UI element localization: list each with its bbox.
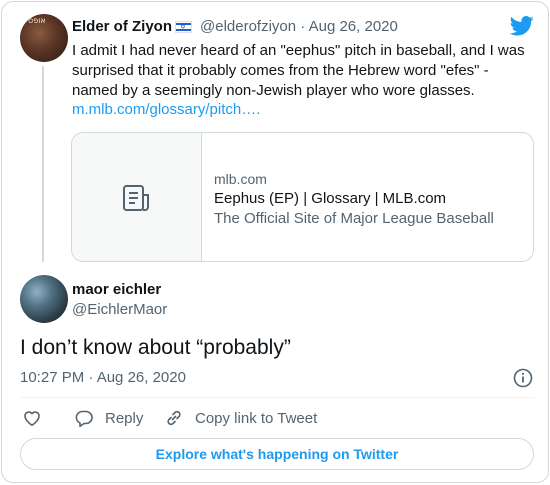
quoted-tweet-text: I admit I had never heard of an "eephus"…	[72, 42, 525, 99]
reply-tweet-text: I don’t know about “probably”	[20, 336, 291, 359]
author-handle-date[interactable]: @elderofziyon · Aug 26, 2020	[200, 18, 398, 35]
avatar-label: אופס	[28, 16, 46, 25]
divider	[20, 397, 534, 398]
info-icon[interactable]	[513, 368, 533, 388]
link-card-description: The Official Site of Major League Baseba…	[214, 210, 494, 227]
tweet-timestamp[interactable]: 10:27 PM · Aug 26, 2020	[20, 369, 186, 386]
author-name[interactable]: Elder of Ziyon	[72, 18, 172, 35]
embedded-tweet-card: אופס Elder of Ziyon ✡ @elderofziyon · Au…	[1, 1, 549, 483]
link-preview-thumbnail	[72, 133, 202, 261]
avatar-elder-of-ziyon[interactable]: אופס	[20, 14, 68, 62]
heart-icon	[24, 411, 40, 426]
like-button[interactable]	[22, 407, 53, 429]
link-icon	[167, 410, 181, 426]
link-card-title: Eephus (EP) | Glossary | MLB.com	[214, 190, 447, 207]
link-card-domain: mlb.com	[214, 171, 267, 187]
reply-author-handle[interactable]: @EichlerMaor	[72, 301, 167, 318]
reply-icon	[75, 410, 93, 428]
avatar-maor-eichler[interactable]	[20, 275, 68, 323]
document-icon	[123, 185, 149, 211]
reply-author-name[interactable]: maor eichler	[72, 281, 161, 298]
tweet-link[interactable]: m.mlb.com/glossary/pitch….	[72, 101, 260, 118]
copy-link-button[interactable]: Copy link to Tweet	[164, 407, 317, 429]
link-preview-card[interactable]: mlb.com Eephus (EP) | Glossary | MLB.com…	[71, 132, 534, 262]
reply-label: Reply	[105, 409, 144, 427]
israel-flag-icon: ✡	[175, 21, 192, 33]
copy-link-label: Copy link to Tweet	[195, 409, 318, 427]
reply-button[interactable]: Reply	[74, 407, 143, 429]
twitter-logo-icon[interactable]	[510, 16, 534, 36]
explore-twitter-button[interactable]: Explore what's happening on Twitter	[20, 438, 534, 470]
thread-connector-line	[42, 66, 44, 262]
